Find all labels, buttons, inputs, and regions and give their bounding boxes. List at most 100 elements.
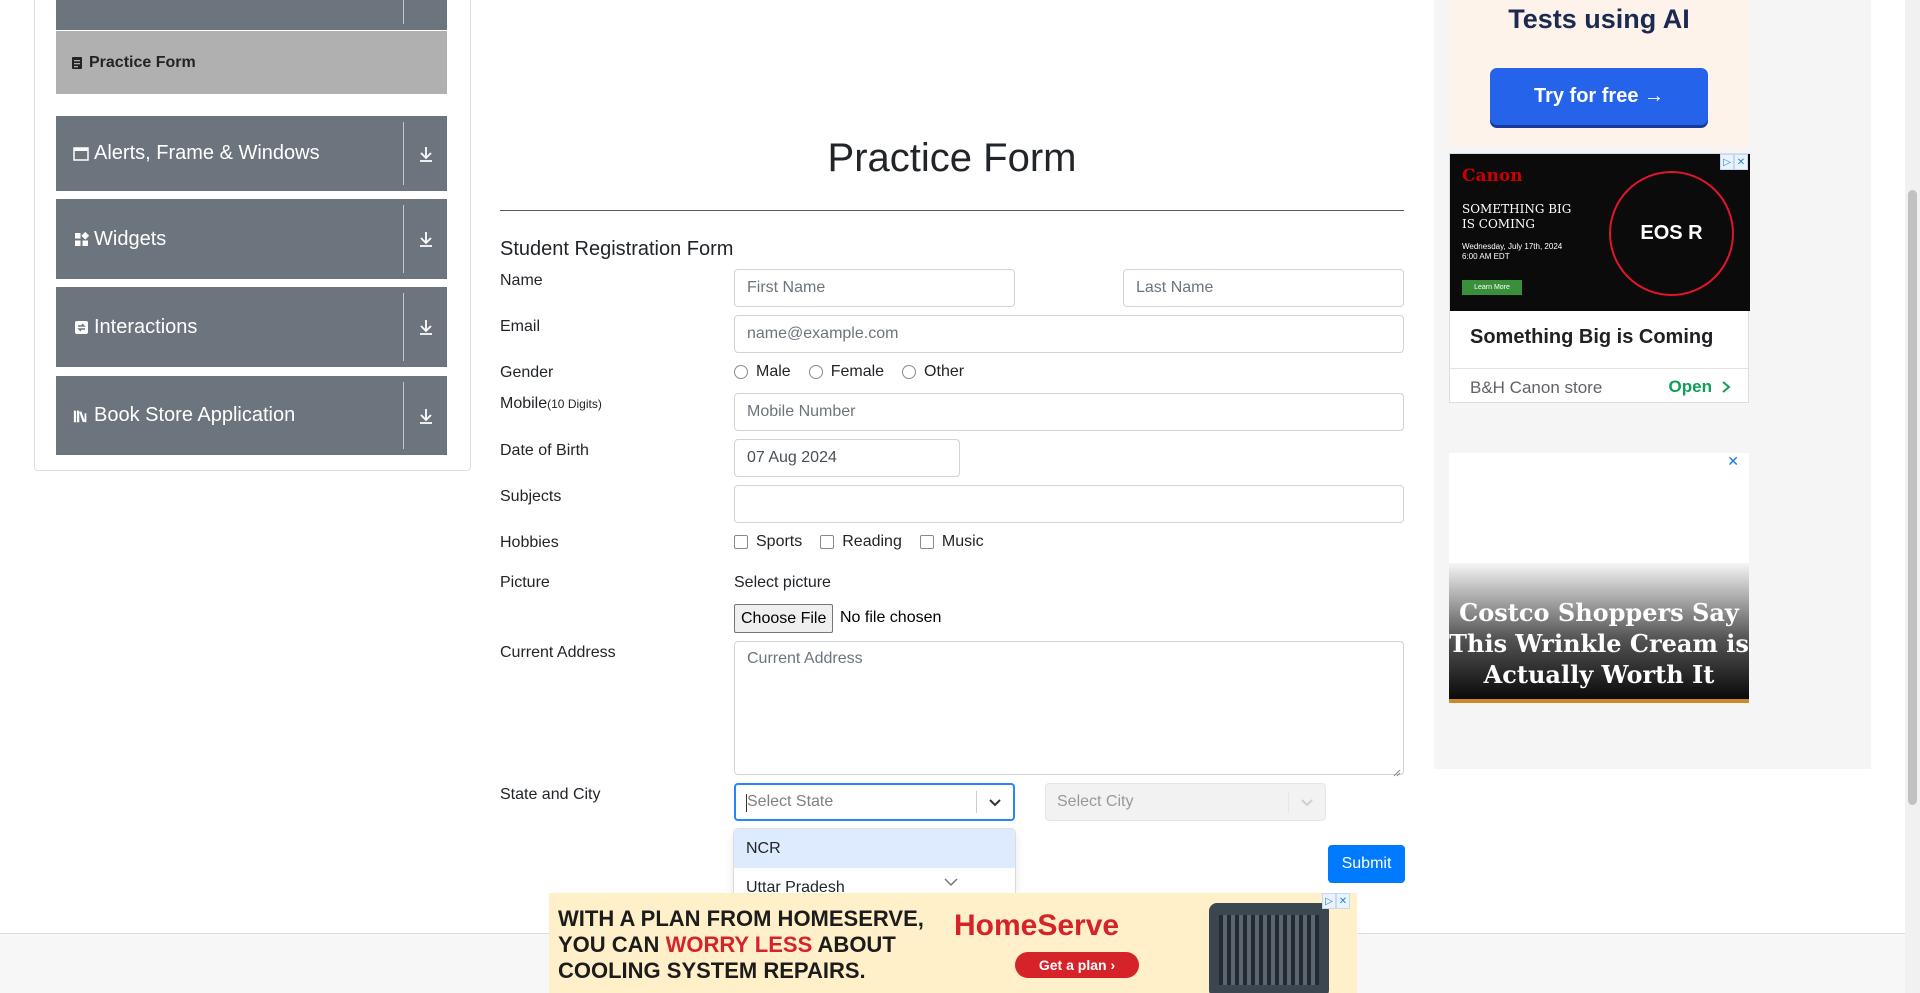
eos-ring: EOS R (1609, 171, 1734, 296)
ad-playwright[interactable]: Tests using AI Try for free → (1449, 0, 1749, 147)
resize-grip-icon[interactable] (1393, 764, 1401, 777)
city-placeholder: Select City (1057, 793, 1134, 810)
homeserve-logo: HomeServe (954, 909, 1120, 942)
submit-button[interactable]: Submit (1328, 845, 1405, 883)
gender-female-label[interactable]: Female (831, 363, 884, 381)
ad-costco[interactable]: ✕ Costco Shoppers Say This Wrinkle Cream… (1449, 453, 1749, 703)
mobile-input[interactable]: Mobile Number (734, 393, 1404, 431)
canon-open-link[interactable]: Open (1669, 377, 1712, 397)
current-address-textarea[interactable]: Current Address (734, 641, 1404, 777)
radio-button[interactable] (734, 365, 748, 379)
banner-accent: WORRY LESS (665, 932, 813, 957)
get-a-plan-button[interactable]: Get a plan › (1015, 952, 1139, 978)
sidebar-item-practice-form[interactable]: Practice Form (56, 31, 447, 94)
radio-button[interactable] (902, 365, 917, 379)
subjects-input[interactable] (734, 485, 1404, 523)
chevron-down-icon[interactable] (940, 875, 962, 889)
title-divider (500, 210, 1404, 211)
download-arrow-icon[interactable] (415, 405, 437, 427)
checkbox[interactable] (734, 535, 748, 549)
gender-label: Gender (500, 364, 554, 381)
ad-canon-image: Canon SOMETHING BIG IS COMING Wednesday,… (1450, 154, 1750, 311)
ad-info-icon[interactable]: ▷ (1322, 893, 1336, 909)
gender-other-label[interactable]: Other (924, 363, 964, 381)
canon-headline[interactable]: Something Big is Coming (1470, 326, 1713, 349)
checkbox[interactable] (820, 535, 835, 549)
chevron-right-icon (1720, 380, 1732, 394)
hobby-sports-option[interactable]: Sports (734, 533, 802, 551)
window-icon (73, 146, 89, 162)
close-icon[interactable]: ✕ (1734, 154, 1748, 170)
close-icon[interactable]: ✕ (1336, 893, 1350, 909)
group-divider (403, 0, 404, 24)
picture-label: Picture (500, 574, 550, 591)
hobbies-label: Hobbies (500, 534, 559, 551)
choose-file-button[interactable]: Choose File (734, 604, 834, 633)
chevron-down-icon[interactable] (977, 797, 1013, 807)
books-icon (73, 408, 89, 424)
download-arrow-icon[interactable] (415, 228, 437, 250)
banner-line-3: COOLING SYSTEM REPAIRS. (558, 958, 866, 983)
ad-heading: Tests using AI (1508, 4, 1690, 34)
banner-line-2: YOU CAN WORRY LESS ABOUT (558, 932, 958, 958)
state-option-ncr[interactable]: NCR (734, 829, 1015, 868)
ad-homeserve-banner[interactable]: WITH A PLAN FROM HOMESERVE, YOU CAN WORR… (549, 893, 1357, 993)
ac-unit-image (1209, 903, 1329, 993)
checkbox[interactable] (919, 535, 934, 549)
interactions-icon (73, 319, 89, 335)
chevron-down-icon[interactable] (1289, 797, 1325, 807)
sidebar-group-alerts[interactable]: Alerts, Frame & Windows (56, 116, 447, 191)
close-icon[interactable]: ✕ (1727, 453, 1739, 470)
file-status: No file chosen (840, 609, 942, 626)
canon-tagline: SOMETHING BIG IS COMING (1462, 202, 1572, 231)
banner-line-2-pre: YOU CAN (558, 932, 666, 957)
last-name-input[interactable]: Last Name (1123, 269, 1404, 307)
scrollbar-thumb[interactable] (1908, 190, 1917, 805)
radio-button[interactable] (808, 365, 823, 379)
text-caret (746, 794, 747, 812)
form-subtitle: Student Registration Form (500, 238, 734, 260)
gender-male-option[interactable]: Male (734, 363, 791, 381)
group-divider (403, 382, 404, 449)
group-divider (403, 205, 404, 273)
hobby-sports-label[interactable]: Sports (756, 533, 802, 551)
canon-learn-more[interactable]: Learn More (1462, 280, 1522, 295)
ad-info-icon[interactable]: ▷ (1720, 154, 1734, 170)
canon-logo: Canon (1462, 166, 1523, 186)
hobby-reading-option[interactable]: Reading (820, 533, 902, 551)
hobbies-options: Sports Reading Music (734, 533, 1002, 551)
download-arrow-icon[interactable] (415, 316, 437, 338)
form-icon (71, 56, 83, 70)
download-arrow-icon[interactable] (415, 143, 437, 165)
hobby-music-option[interactable]: Music (919, 533, 984, 551)
ad-costco-text: Costco Shoppers Say This Wrinkle Cream i… (1449, 598, 1749, 689)
state-placeholder: Select State (747, 793, 834, 810)
ad-try-free-button[interactable]: Try for free → (1490, 68, 1708, 125)
state-select[interactable]: Select State (734, 783, 1015, 821)
email-label: Email (500, 318, 541, 335)
group-divider (403, 122, 404, 185)
ad-canon[interactable]: Canon SOMETHING BIG IS COMING Wednesday,… (1449, 153, 1750, 403)
widgets-icon (73, 231, 89, 247)
banner-text: WITH A PLAN FROM HOMESERVE, YOU CAN WORR… (558, 906, 958, 984)
ad-choices-badge[interactable]: ▷ ✕ (1322, 893, 1350, 909)
sidebar-group-interactions[interactable]: Interactions (56, 287, 447, 367)
first-name-input[interactable]: First Name (734, 269, 1015, 307)
sidebar-group-forms[interactable] (56, 0, 447, 30)
gender-other-option[interactable]: Other (902, 363, 964, 381)
canon-footer[interactable]: B&H Canon store Open (1450, 368, 1748, 402)
email-input[interactable]: name@example.com (734, 315, 1404, 353)
gender-male-label[interactable]: Male (756, 363, 791, 381)
select-picture-text: Select picture (734, 574, 831, 591)
gender-options: Male Female Other (734, 363, 982, 381)
city-select[interactable]: Select City (1045, 783, 1326, 821)
date-of-birth-input[interactable]: 07 Aug 2024 (734, 439, 960, 477)
canon-date: Wednesday, July 17th, 2024 6:00 AM EDT (1462, 242, 1563, 261)
gender-female-option[interactable]: Female (808, 363, 884, 381)
hobby-reading-label[interactable]: Reading (842, 533, 902, 551)
sidebar-group-widgets[interactable]: Widgets (56, 199, 447, 279)
ad-choices-badge[interactable]: ▷ ✕ (1720, 154, 1748, 170)
sidebar-group-book-store[interactable]: Book Store Application (56, 376, 447, 455)
mobile-label-text: Mobile (500, 395, 548, 412)
hobby-music-label[interactable]: Music (942, 533, 984, 551)
